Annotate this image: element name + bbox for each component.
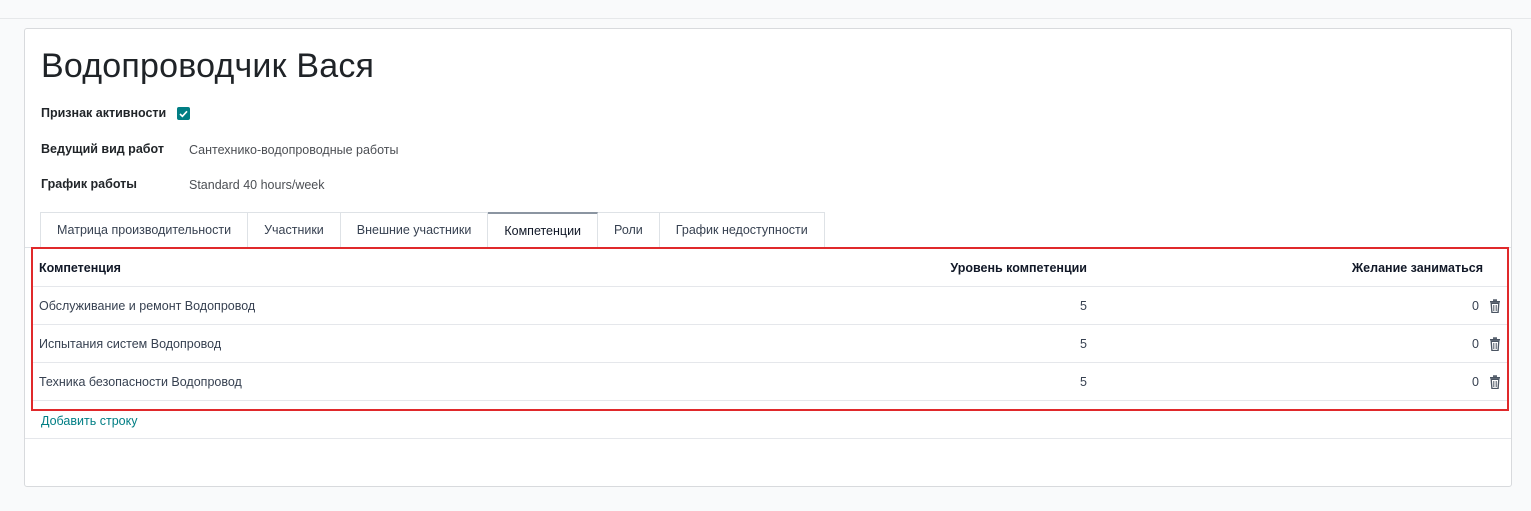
tab-roles[interactable]: Роли bbox=[598, 212, 660, 247]
table-row[interactable]: Обслуживание и ремонт Водопровод 5 0 bbox=[33, 287, 1507, 325]
tab-competencies[interactable]: Компетенции bbox=[488, 212, 599, 247]
competency-level: 5 bbox=[1080, 299, 1087, 313]
form-sheet: Водопроводчик Вася Признак активности Ве… bbox=[24, 28, 1512, 487]
competency-name: Испытания систем Водопровод bbox=[39, 337, 222, 351]
column-header-level[interactable]: Уровень компетенции bbox=[950, 261, 1087, 275]
competency-level: 5 bbox=[1080, 375, 1087, 389]
active-checkbox[interactable] bbox=[177, 107, 190, 120]
check-icon bbox=[179, 110, 188, 117]
table-row[interactable]: Испытания систем Водопровод 5 0 bbox=[33, 325, 1507, 363]
competency-table: Компетенция Уровень компетенции Желание … bbox=[31, 247, 1509, 411]
work-type-value[interactable]: Сантехнико-водопроводные работы bbox=[189, 143, 398, 157]
tab-unavailability-schedule[interactable]: График недоступности bbox=[659, 212, 825, 247]
tab-performance-matrix[interactable]: Матрица производительности bbox=[40, 212, 249, 247]
work-type-label: Ведущий вид работ bbox=[41, 142, 164, 156]
record-title: Водопроводчик Вася bbox=[41, 47, 375, 85]
table-row[interactable]: Техника безопасности Водопровод 5 0 bbox=[33, 363, 1507, 401]
active-label: Признак активности bbox=[41, 106, 167, 120]
table-header: Компетенция Уровень компетенции Желание … bbox=[33, 249, 1507, 287]
competency-wish: 0 bbox=[1472, 375, 1479, 389]
competency-wish: 0 bbox=[1472, 337, 1479, 351]
competency-wish: 0 bbox=[1472, 299, 1479, 313]
tab-participants[interactable]: Участники bbox=[248, 212, 341, 247]
competency-level: 5 bbox=[1080, 337, 1087, 351]
tab-external-participants[interactable]: Внешние участники bbox=[340, 212, 489, 247]
competency-name: Обслуживание и ремонт Водопровод bbox=[39, 299, 256, 313]
trash-icon[interactable] bbox=[1489, 375, 1501, 389]
add-line-link[interactable]: Добавить строку bbox=[41, 414, 137, 428]
trash-icon[interactable] bbox=[1489, 337, 1501, 351]
notebook-tabs: Матрица производительности Участники Вне… bbox=[40, 212, 825, 247]
table-bottom-divider bbox=[25, 438, 1511, 439]
competency-name: Техника безопасности Водопровод bbox=[39, 375, 242, 389]
column-header-wish[interactable]: Желание заниматься bbox=[1352, 261, 1483, 275]
trash-icon[interactable] bbox=[1489, 299, 1501, 313]
schedule-value[interactable]: Standard 40 hours/week bbox=[189, 178, 325, 192]
schedule-label: График работы bbox=[41, 177, 137, 191]
column-header-competency[interactable]: Компетенция bbox=[39, 261, 121, 275]
top-divider bbox=[0, 18, 1531, 19]
